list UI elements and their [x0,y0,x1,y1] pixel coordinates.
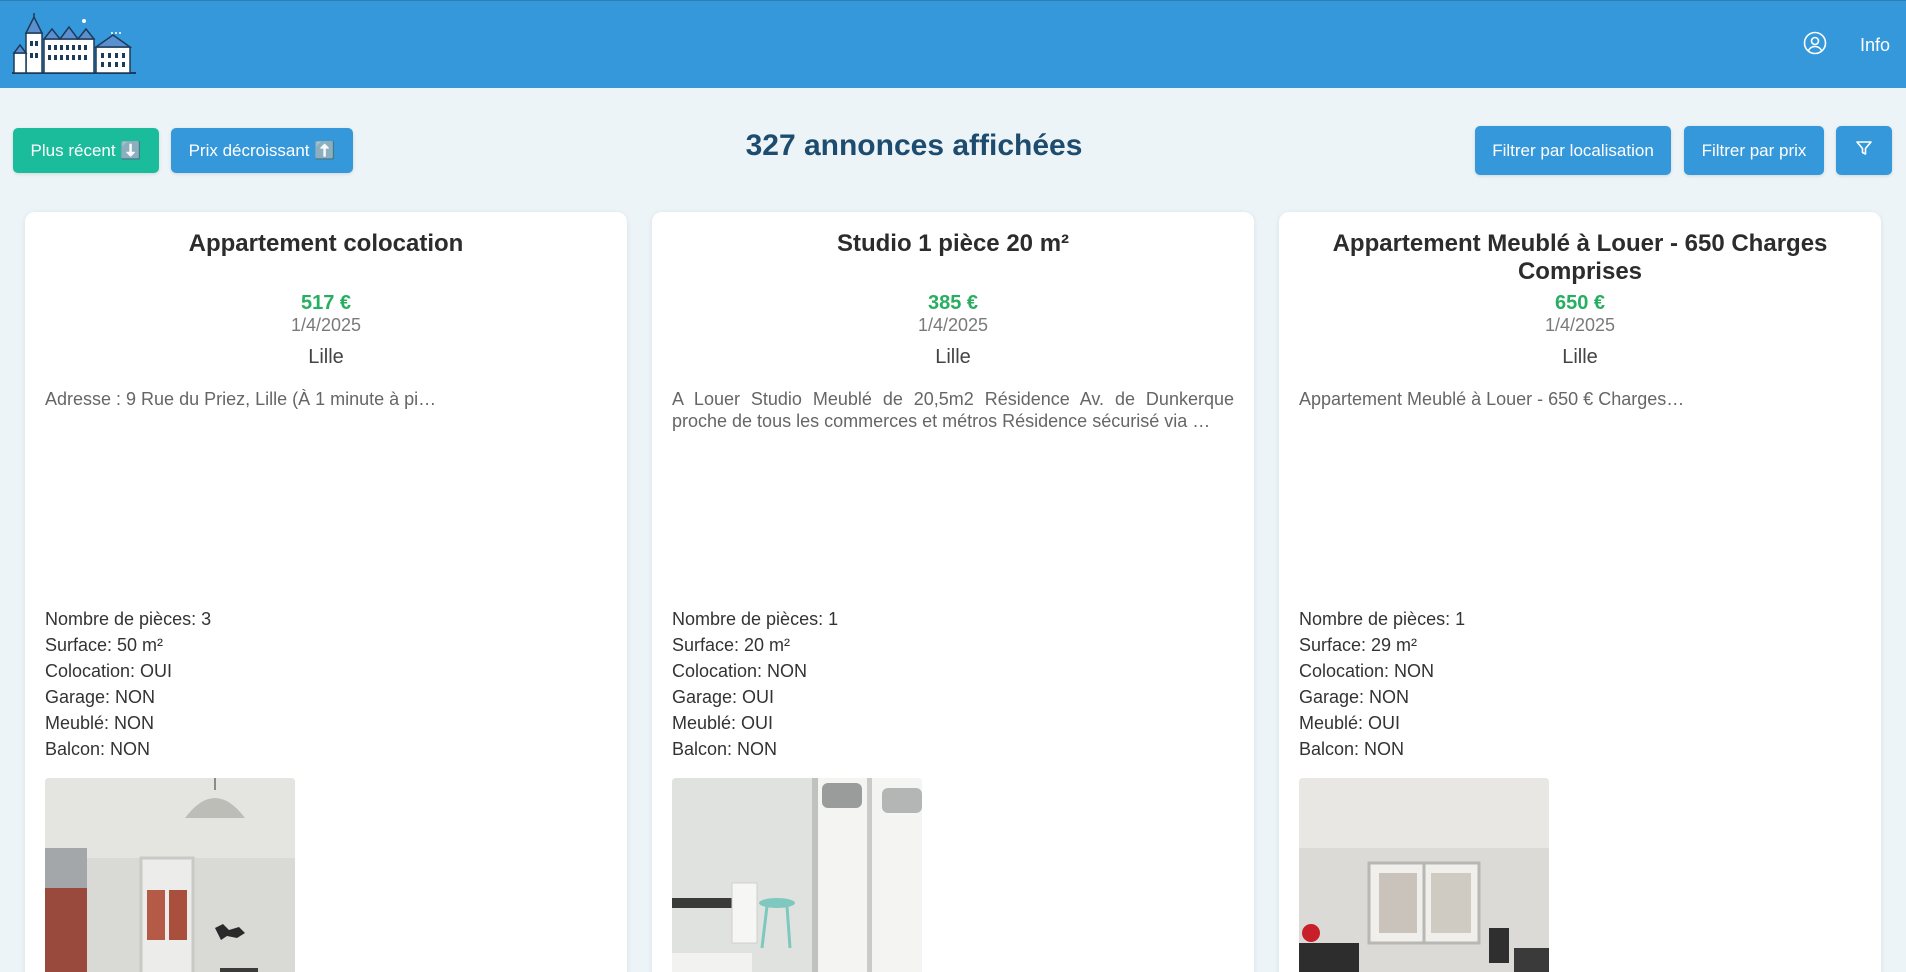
listing-title: Studio 1 pièce 20 m² [836,230,1070,257]
listing-city: Lille [1562,346,1598,368]
listing-date: 1/4/2025 [290,315,362,335]
city-buildings-logo-icon[interactable] [12,11,136,77]
info-link[interactable]: Info [1860,35,1890,56]
spec-balcony: Balcon: NON [45,739,151,759]
listing-card[interactable]: Appartement Meublé à Louer - 650 Charges… [1279,212,1881,972]
listing-date: 1/4/2025 [1544,315,1616,335]
spec-furnished: Meublé: NON [45,713,155,733]
listing-price: 385 € [927,292,979,314]
studio-photo[interactable] [672,778,922,972]
listing-specs: Nombre de pièces: 1 Surface: 29 m² Coloc… [1299,606,1861,762]
listing-description: Adresse : 9 Rue du Priez, Lille (À 1 min… [45,389,437,409]
spec-surface: Surface: 20 m² [672,635,791,655]
listing-title: Appartement colocation [188,230,464,257]
spec-garage: Garage: NON [45,687,156,707]
spec-balcony: Balcon: NON [672,739,778,759]
spec-garage: Garage: OUI [672,687,775,707]
spec-furnished: Meublé: OUI [672,713,774,733]
spec-colocation: Colocation: NON [1299,661,1435,681]
sort-recent-button[interactable]: Plus récent ⬇️ [13,128,159,173]
listing-description: A Louer Studio Meublé de 20,5m2 Résidenc… [672,389,1234,431]
listing-title: Appartement Meublé à Louer - 650 Charges… [1332,230,1828,285]
filter-price-button[interactable]: Filtrer par prix [1684,126,1824,175]
funnel-icon [1855,139,1873,162]
spec-colocation: Colocation: NON [672,661,808,681]
listing-specs: Nombre de pièces: 1 Surface: 20 m² Coloc… [672,606,1234,762]
user-circle-icon[interactable] [1803,31,1827,55]
spec-balcony: Balcon: NON [1299,739,1405,759]
spec-rooms: Nombre de pièces: 1 [672,609,839,629]
furnished-apartment-photo[interactable] [1299,778,1549,972]
listing-date: 1/4/2025 [917,315,989,335]
spec-rooms: Nombre de pièces: 3 [45,609,212,629]
listing-price: 650 € [1554,292,1606,314]
sort-price-button[interactable]: Prix décroissant ⬆️ [171,128,353,173]
listing-city: Lille [935,346,971,368]
filter-button[interactable] [1836,126,1892,175]
apartment-photo[interactable] [45,778,295,972]
listings-count-title: 327 annonces affichées [745,129,1083,162]
spec-surface: Surface: 29 m² [1299,635,1418,655]
spec-colocation: Colocation: OUI [45,661,173,681]
spec-rooms: Nombre de pièces: 1 [1299,609,1466,629]
listing-card[interactable]: Appartement colocation 517 € 1/4/2025 Li… [25,212,627,972]
spec-surface: Surface: 50 m² [45,635,164,655]
listing-city: Lille [308,346,344,368]
spec-garage: Garage: NON [1299,687,1410,707]
listing-card[interactable]: Studio 1 pièce 20 m² 385 € 1/4/2025 Lill… [652,212,1254,972]
filter-location-button[interactable]: Filtrer par localisation [1475,126,1671,175]
listing-description: Appartement Meublé à Louer - 650 € Charg… [1299,389,1685,409]
listing-specs: Nombre de pièces: 3 Surface: 50 m² Coloc… [45,606,607,762]
top-navbar: Info [0,0,1906,88]
listing-price: 517 € [300,292,352,314]
spec-furnished: Meublé: OUI [1299,713,1401,733]
